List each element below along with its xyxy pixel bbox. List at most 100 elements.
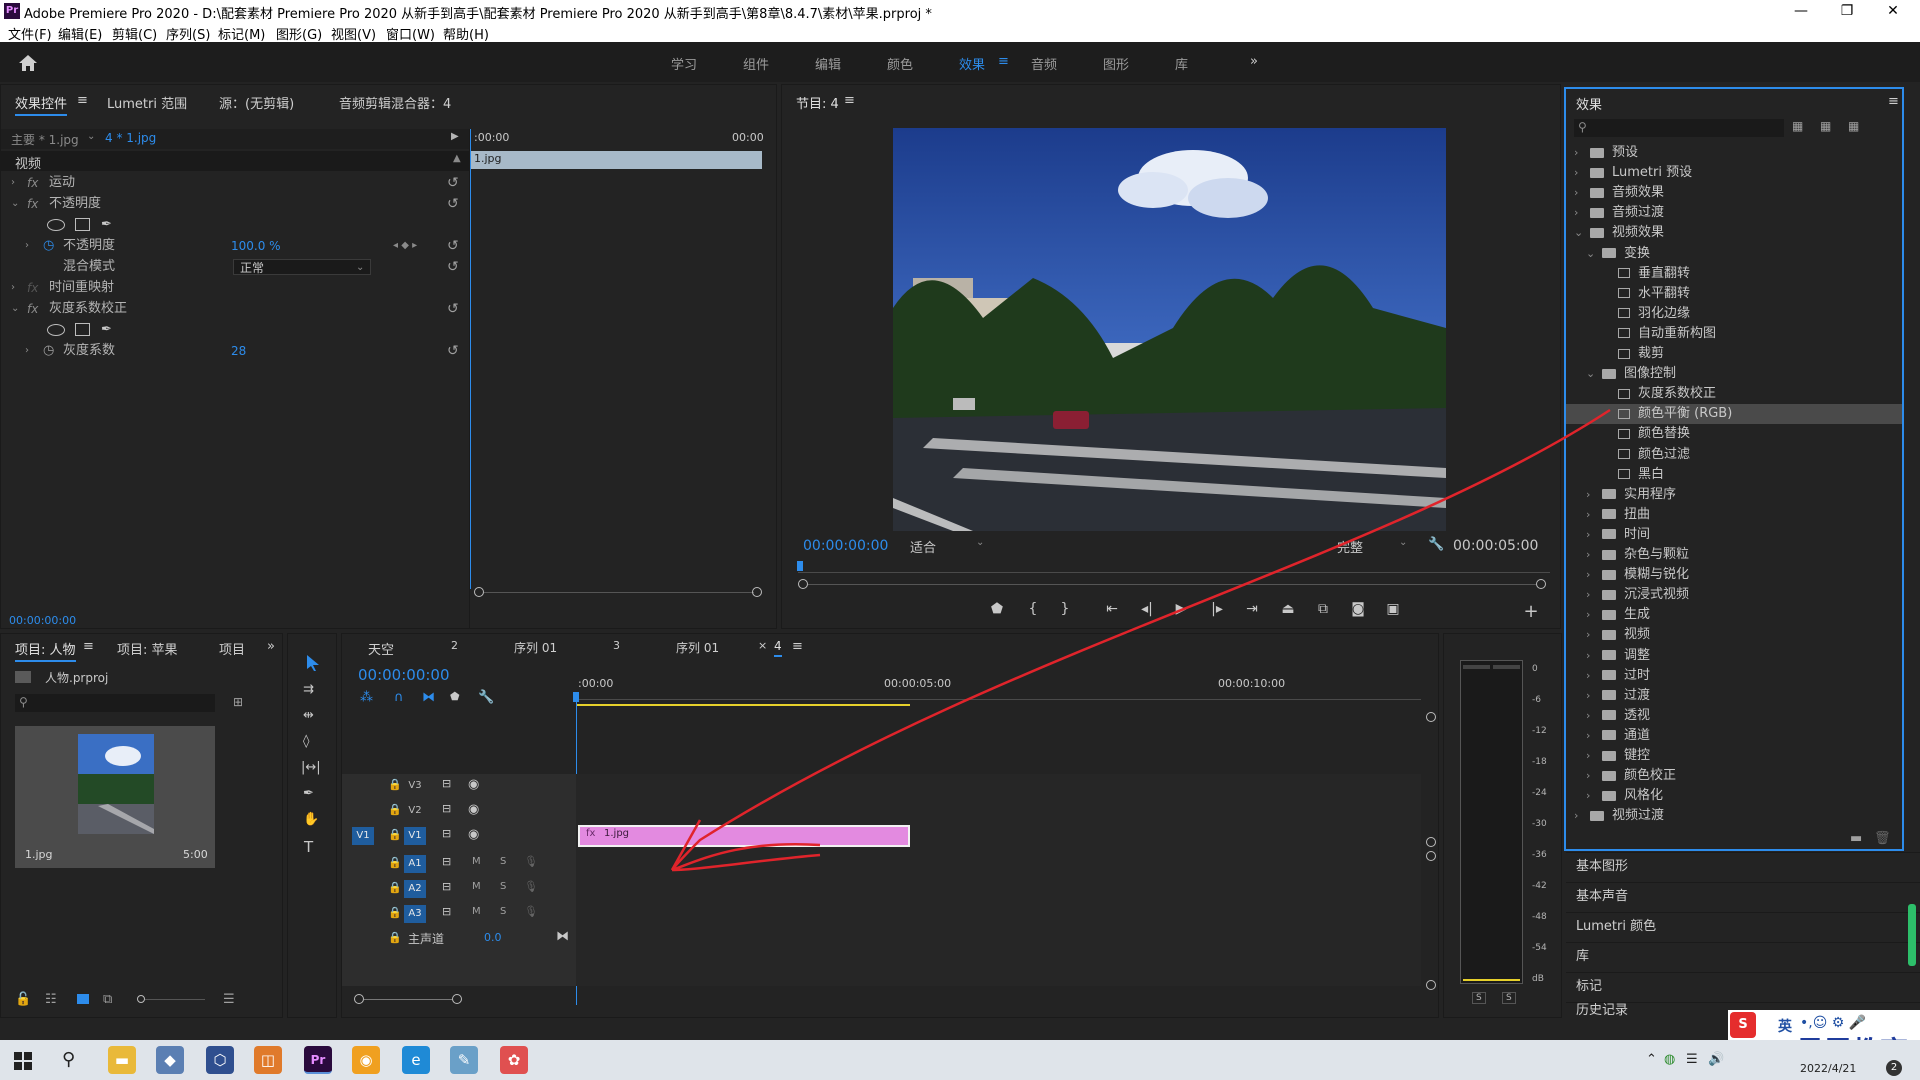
solo-button[interactable]: S <box>500 906 506 917</box>
stopwatch-icon[interactable]: ◷ <box>43 341 54 361</box>
reset-icon[interactable]: ↺ <box>447 194 459 214</box>
effects-folder[interactable]: › 视频 <box>1566 625 1902 645</box>
chevron-right-icon[interactable]: › <box>1574 203 1578 223</box>
v-scroll-handle-top[interactable] <box>1426 712 1436 722</box>
lock-icon[interactable]: 🔒 <box>388 778 402 791</box>
lock-icon[interactable]: 🔒 <box>388 856 402 869</box>
effects-folder[interactable]: › 键控 <box>1566 746 1902 766</box>
tab-source[interactable]: 源：(无剪辑) <box>219 93 294 112</box>
tray-network-icon[interactable]: ◍ <box>1664 1052 1675 1067</box>
effects-folder[interactable]: › 杂色与颗粒 <box>1566 545 1902 565</box>
delete-icon[interactable]: 🗑 <box>1874 831 1891 846</box>
icon-view-icon[interactable] <box>77 994 89 1004</box>
sogou-ime-icon[interactable]: S <box>1730 1012 1756 1038</box>
lock-icon[interactable]: 🔒 <box>388 881 402 894</box>
menu-graphics[interactable]: 图形(G) <box>276 24 322 43</box>
chevron-right-icon[interactable]: › <box>1574 183 1578 203</box>
ime-tools-icon[interactable]: •,☺ ⚙ 🎤 <box>1800 1015 1866 1031</box>
chevron-right-icon[interactable]: › <box>1586 666 1590 686</box>
timeline-clip-1jpg[interactable]: fx 1.jpg <box>578 825 910 847</box>
effects-folder[interactable]: › 过渡 <box>1566 686 1902 706</box>
step-forward-icon[interactable]: |▸ <box>1206 601 1228 617</box>
tab-sequence-sky[interactable]: 天空 <box>368 639 394 658</box>
hand-tool-icon[interactable]: ✋ <box>303 812 319 827</box>
file-explorer-icon[interactable]: ▬ <box>108 1046 136 1074</box>
zoom-scrollbar[interactable] <box>484 592 754 593</box>
home-icon[interactable] <box>18 54 38 72</box>
program-timecode[interactable]: 00:00:00:00 <box>803 538 888 554</box>
chevron-right-icon[interactable]: › <box>1586 605 1590 625</box>
accelerated-effects-icon[interactable]: ▦ <box>1792 119 1803 133</box>
slip-tool-icon[interactable]: |↔| <box>301 760 321 775</box>
ec-timecode[interactable]: 00:00:00:00 <box>9 614 76 627</box>
menu-file[interactable]: 文件(F) <box>8 24 52 43</box>
menu-window[interactable]: 窗口(W) <box>386 24 435 43</box>
premiere-taskbar-icon[interactable]: Pr <box>304 1046 332 1074</box>
track-v2-toggle[interactable]: V2 <box>404 802 426 820</box>
work-area-bar[interactable] <box>576 704 910 706</box>
track-a3-toggle[interactable]: A3 <box>404 905 426 923</box>
effects-folder[interactable]: › 扭曲 <box>1566 505 1902 525</box>
menu-help[interactable]: 帮助(H) <box>443 24 489 43</box>
ec-clip-bar[interactable]: 1.jpg <box>470 151 762 169</box>
source-patch-v1[interactable]: V1 <box>352 827 374 845</box>
program-playhead[interactable] <box>797 561 803 571</box>
workspace-editing[interactable]: 编辑 <box>815 54 841 73</box>
add-button-icon[interactable]: + <box>1520 601 1542 622</box>
chevron-down-icon[interactable]: ⌄ <box>1586 364 1595 384</box>
timeline-ruler[interactable] <box>576 692 1421 700</box>
gamma-value[interactable]: 28 <box>231 341 246 361</box>
3d-box-icon[interactable]: ⬡ <box>206 1046 234 1074</box>
lift-icon[interactable]: ⏏ <box>1277 601 1299 617</box>
menu-marker[interactable]: 标记(M) <box>218 24 265 43</box>
effects-folder[interactable]: › 模糊与锐化 <box>1566 565 1902 585</box>
a-scroll-handle-bottom[interactable] <box>1426 980 1436 990</box>
effects-folder[interactable]: › 沉浸式视频 <box>1566 585 1902 605</box>
collapse-icon[interactable]: ▲ <box>453 153 461 164</box>
effects-panel-title[interactable]: 效果 <box>1576 94 1602 113</box>
reset-icon[interactable]: ↺ <box>447 257 459 277</box>
lock-icon[interactable]: 🔒 <box>388 828 402 841</box>
tab-sequence-2[interactable]: 2 <box>451 639 458 652</box>
ellipse-mask-icon[interactable] <box>47 324 65 336</box>
workspace-audio[interactable]: 音频 <box>1031 54 1057 73</box>
app-icon[interactable]: ◆ <box>156 1046 184 1074</box>
project-menu-icon[interactable]: ≡ <box>83 639 94 654</box>
master-volume-value[interactable]: 0.0 <box>484 931 502 944</box>
effects-item[interactable]: 垂直翻转 <box>1566 264 1902 284</box>
lock-icon[interactable]: 🔒 <box>388 906 402 919</box>
panel-lumetri-color[interactable]: Lumetri 颜色 <box>1566 912 1920 940</box>
effects-folder[interactable]: › 时间 <box>1566 525 1902 545</box>
blend-mode-dropdown[interactable]: 正常 ⌄ <box>233 259 371 275</box>
project-clip-thumbnail[interactable]: 1.jpg 5:00 <box>15 726 215 868</box>
lock-icon[interactable]: 🔒 <box>388 931 402 944</box>
chevron-right-icon[interactable]: › <box>1586 525 1590 545</box>
pen-tool-icon[interactable]: ✒ <box>303 786 314 801</box>
tab-project[interactable]: 项目 <box>219 639 245 658</box>
chevron-right-icon[interactable]: › <box>1586 585 1590 605</box>
chevron-right-icon[interactable]: › <box>1586 746 1590 766</box>
v-scroll-handle-mid[interactable] <box>1426 837 1436 847</box>
chevron-right-icon[interactable]: › <box>1586 625 1590 645</box>
chevron-right-icon[interactable]: › <box>1574 163 1578 183</box>
effects-folder[interactable]: › 预设 <box>1566 143 1902 163</box>
chevron-down-icon[interactable]: ⌄ <box>1586 244 1595 264</box>
zoom-slider-handle[interactable] <box>137 995 145 1003</box>
side-scrollbar[interactable] <box>1908 904 1916 966</box>
new-search-bin-icon[interactable]: ⊞ <box>233 695 243 709</box>
tab-sequence-3[interactable]: 3 <box>613 639 620 652</box>
more-tabs-icon[interactable]: » <box>267 639 275 654</box>
workspace-graphics[interactable]: 图形 <box>1103 54 1129 73</box>
program-time-ruler[interactable] <box>798 563 1550 573</box>
workspace-overflow-icon[interactable]: » <box>1250 54 1258 69</box>
go-to-in-icon[interactable]: ⇤ <box>1101 601 1123 617</box>
mute-button[interactable]: M <box>472 906 481 917</box>
extract-icon[interactable]: ⧉ <box>1312 601 1334 617</box>
meter-solo-right[interactable]: S <box>1502 992 1516 1004</box>
linked-selection-icon[interactable]: ⧓ <box>422 690 435 705</box>
tool-icon[interactable]: ✿ <box>500 1046 528 1074</box>
search-icon[interactable]: ⚲ <box>62 1049 75 1070</box>
zoom-handle-left[interactable] <box>474 587 484 597</box>
browser-icon[interactable]: ◉ <box>352 1046 380 1074</box>
microphone-icon[interactable]: 🎙 <box>524 880 538 893</box>
